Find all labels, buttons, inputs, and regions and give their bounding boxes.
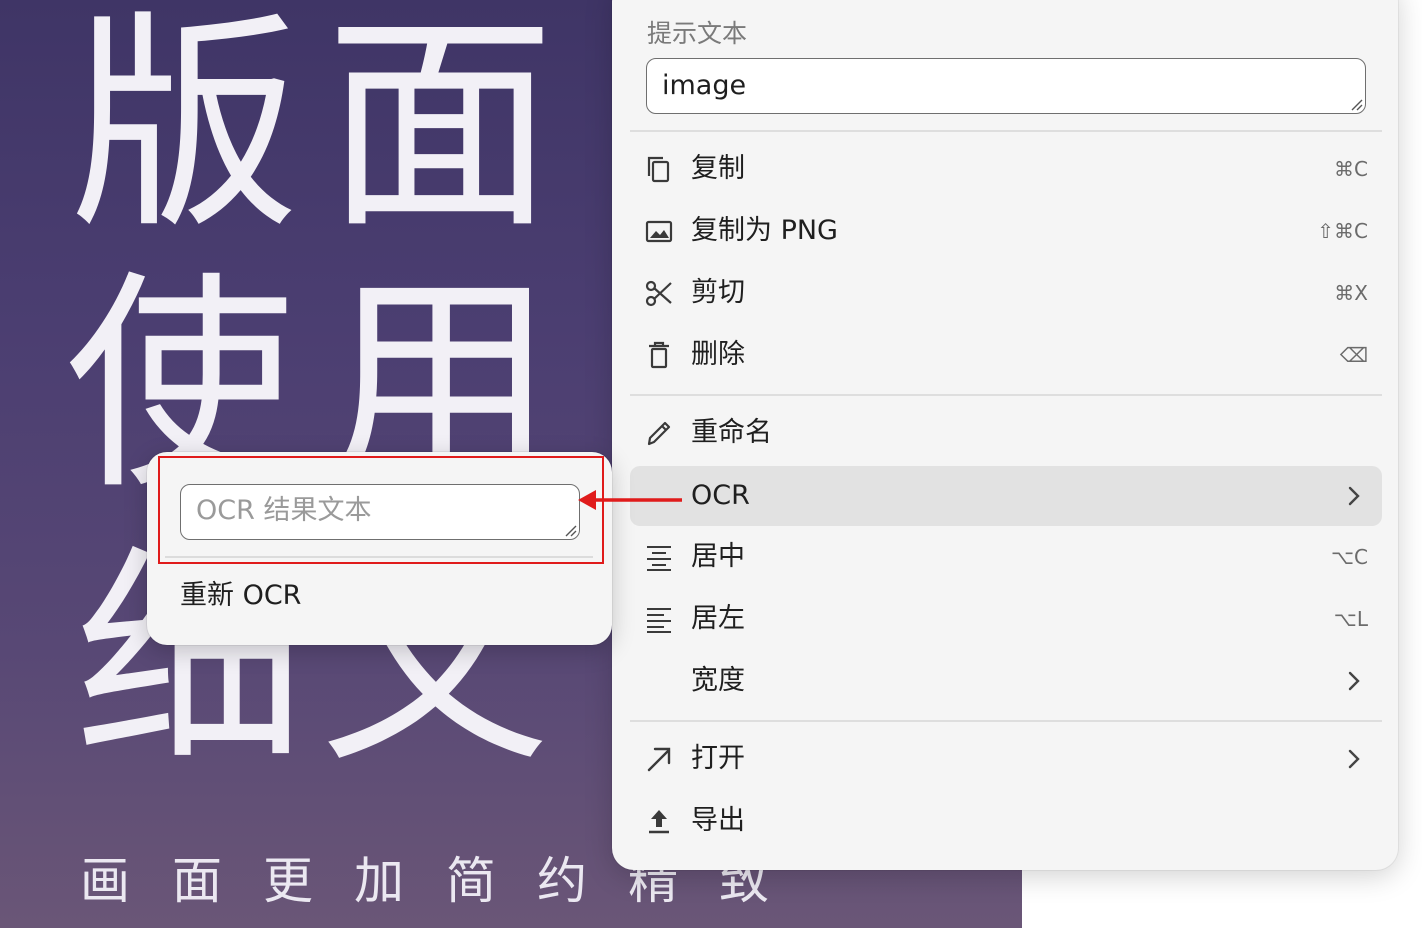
menu-item-align-center[interactable]: 居中 ⌥C <box>630 527 1382 587</box>
screen: 版 面 使 用 细 文 画 面 更 加 简 约 精 致 提示文本 image 复… <box>0 0 1422 928</box>
context-menu: 提示文本 image 复制 ⌘C 复制为 PNG ⇧⌘C 剪切 ⌘X 删除 ⌫ … <box>612 0 1398 870</box>
alt-text-field[interactable]: image <box>646 58 1366 114</box>
menu-item-shortcut: ⇧⌘C <box>1317 219 1368 243</box>
trash-icon <box>649 341 669 369</box>
resize-grip-icon[interactable] <box>1349 97 1363 111</box>
menu-item-shortcut: ⌘C <box>1334 157 1368 181</box>
menu-item-delete[interactable]: 删除 ⌫ <box>630 325 1382 385</box>
upload-icon <box>649 810 669 834</box>
menu-item-label: 宽度 <box>691 665 745 696</box>
menu-item-shortcut: ⌥C <box>1330 545 1368 569</box>
caption-char-2: 更 <box>263 852 313 910</box>
menu-item-open[interactable]: 打开 <box>630 729 1382 789</box>
alt-text-label: 提示文本 <box>647 19 748 48</box>
menu-item-label: 打开 <box>691 743 745 774</box>
menu-separator <box>630 394 1382 396</box>
menu-item-copy-as-png[interactable]: 复制为 PNG ⇧⌘C <box>630 201 1382 261</box>
chevron-right-icon <box>1348 486 1360 506</box>
menu-item-label: 重命名 <box>691 417 772 448</box>
menu-item-copy[interactable]: 复制 ⌘C <box>630 139 1382 199</box>
alt-text-value: image <box>662 70 747 101</box>
image-icon <box>645 220 673 243</box>
menu-item-ocr[interactable]: OCR <box>630 466 1382 526</box>
menu-separator <box>630 130 1382 132</box>
menu-item-shortcut: ⌘X <box>1334 281 1368 305</box>
image-glyph-0: 版 <box>70 0 300 260</box>
chevron-right-icon <box>1348 671 1360 691</box>
menu-item-label: 居中 <box>691 541 745 572</box>
caption-char-1: 面 <box>172 852 222 910</box>
menu-item-label: 剪切 <box>691 277 745 308</box>
menu-item-label: 复制为 PNG <box>691 215 838 246</box>
menu-item-label: OCR <box>691 480 750 511</box>
caption-char-3: 加 <box>354 852 404 910</box>
menu-item-label: 导出 <box>691 805 745 836</box>
caption-char-0: 画 <box>80 852 130 910</box>
scissors-icon <box>645 280 672 307</box>
menu-item-label: 居左 <box>691 603 745 634</box>
caption-char-4: 简 <box>446 852 496 910</box>
menu-item-rename[interactable]: 重命名 <box>630 403 1382 463</box>
menu-item-shortcut: ⌫ <box>1339 343 1368 367</box>
menu-separator <box>630 720 1382 722</box>
chevron-right-icon <box>1348 749 1360 769</box>
menu-item-align-left[interactable]: 居左 ⌥L <box>630 589 1382 649</box>
annotation-arrow-icon <box>578 490 682 510</box>
rerun-ocr-label: 重新 OCR <box>180 580 302 611</box>
pencil-icon <box>647 421 671 446</box>
menu-item-width[interactable]: 宽度 <box>630 651 1382 711</box>
caption-char-5: 约 <box>537 852 587 910</box>
menu-item-cut[interactable]: 剪切 ⌘X <box>630 263 1382 323</box>
menu-item-export[interactable]: 导出 <box>630 791 1382 851</box>
menu-item-label: 删除 <box>691 339 745 370</box>
annotation-highlight-box <box>158 456 604 564</box>
rerun-ocr-button[interactable]: 重新 OCR <box>165 574 593 620</box>
menu-item-shortcut: ⌥L <box>1333 607 1368 631</box>
image-glyph-1: 面 <box>325 0 555 260</box>
arrow-up-right-icon <box>647 747 671 772</box>
align-left-icon <box>647 608 671 633</box>
copy-icon <box>647 156 670 183</box>
align-center-icon <box>647 546 671 571</box>
menu-item-label: 复制 <box>691 153 745 184</box>
